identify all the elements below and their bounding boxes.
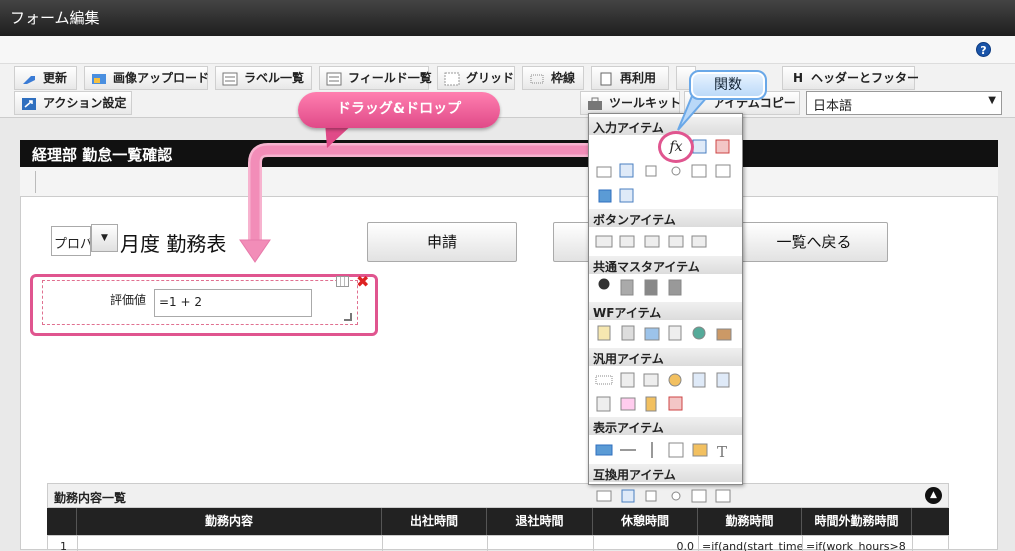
button-link-icon: [691, 235, 707, 248]
button-back-icon: [644, 235, 660, 248]
org-item-icon: [620, 279, 634, 296]
image-item-icon: [620, 397, 636, 411]
upload-item-icon: [598, 189, 612, 203]
list-item-icon: [691, 164, 707, 178]
palette-icons: T: [595, 139, 732, 503]
compat-table-icon: [621, 489, 635, 503]
upload-file-icon: [692, 372, 706, 388]
display-image-icon: [692, 443, 708, 457]
compat-listbox-icon: [715, 489, 731, 503]
label-item-icon: [595, 444, 613, 456]
wf-doc-icon: [597, 325, 611, 341]
download-file-icon: [716, 372, 730, 388]
function-callout: 関数: [689, 70, 767, 100]
listbox-item-icon: [715, 164, 731, 178]
compat-textbox-icon: [596, 490, 612, 502]
compat-checkbox-icon: [645, 490, 657, 502]
compat-radio-icon: [671, 491, 681, 501]
date-item-icon: [692, 139, 707, 154]
company-item-icon: [644, 279, 658, 296]
wf-image-icon: [644, 327, 660, 341]
hidden-item-icon: [595, 375, 613, 385]
button-prev-icon: [668, 235, 684, 248]
wf-user-icon: [692, 326, 706, 340]
key-item-icon: [668, 373, 682, 387]
stamp-icon: [716, 328, 732, 341]
schedule-item-icon: [668, 396, 683, 411]
user-item-icon: [598, 278, 610, 290]
camera-item-icon: [643, 373, 659, 387]
grid-table-item-icon: [619, 188, 634, 203]
calendar-item-icon: [715, 139, 730, 154]
callout-pointer: [677, 96, 710, 131]
button-item-icon: [595, 235, 613, 248]
box-item-icon: [668, 442, 684, 458]
button-next-icon: [619, 235, 635, 248]
textbox-item-icon: [596, 166, 612, 178]
checkbox-item-icon: [645, 165, 657, 177]
compat-list-icon: [691, 489, 707, 503]
wf-history-icon: [668, 325, 682, 341]
panel-item-icon: [596, 396, 611, 412]
tree-item-icon: [645, 396, 657, 412]
drag-drop-callout: ドラッグ&ドロップ: [298, 92, 500, 128]
text-item-icon: T: [717, 443, 727, 461]
table-item-icon: [619, 163, 634, 178]
attachment-icon: [621, 325, 635, 341]
memo-item-icon: [620, 372, 635, 388]
radio-item-icon: [671, 166, 681, 176]
dept-item-icon: [668, 279, 682, 296]
